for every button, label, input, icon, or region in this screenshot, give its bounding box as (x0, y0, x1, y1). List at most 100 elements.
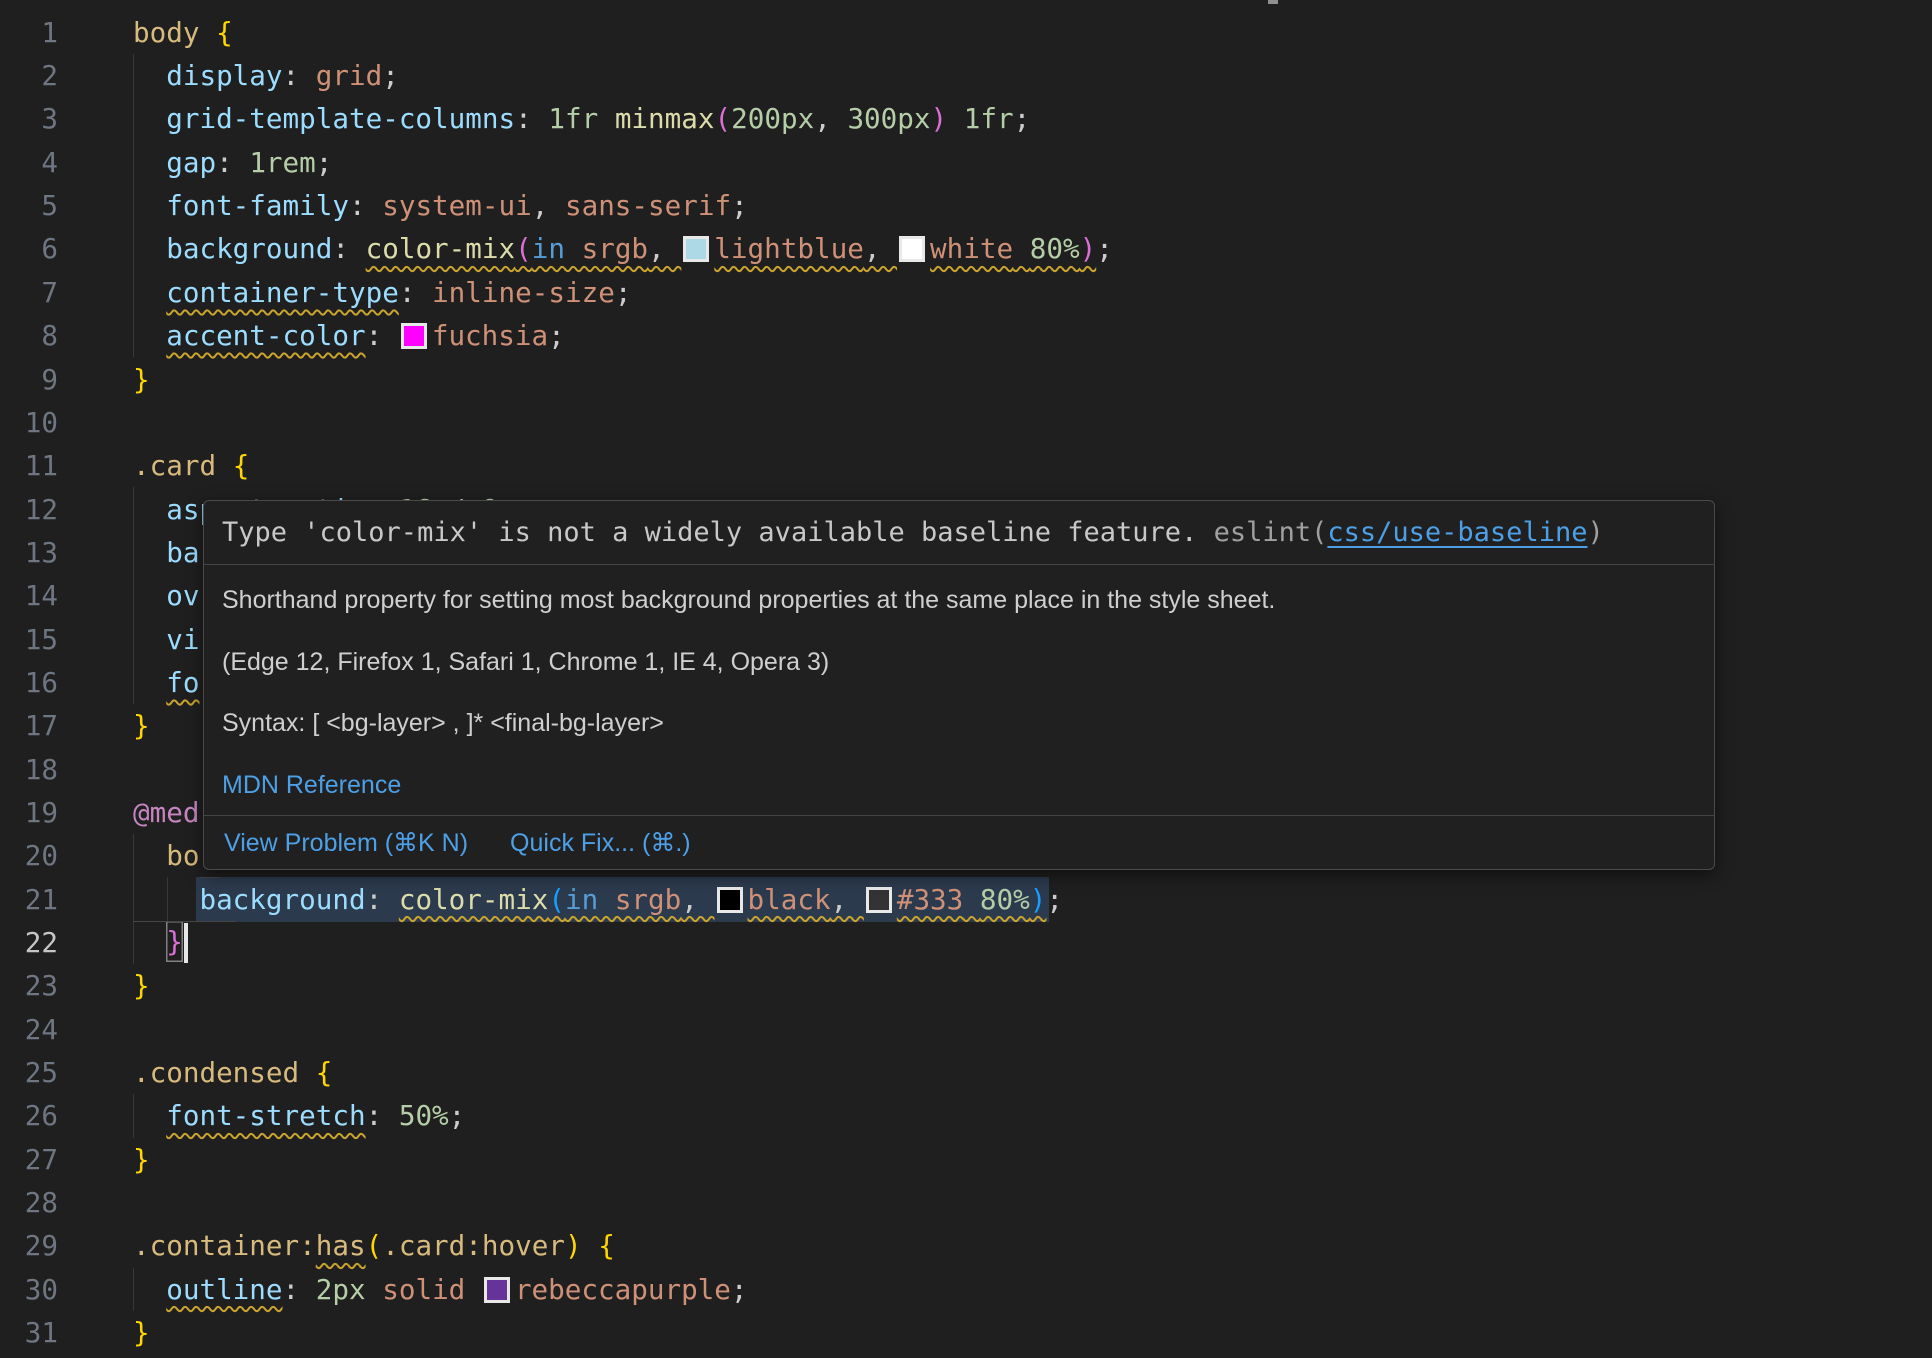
token: ; (731, 189, 748, 222)
token: 300px (847, 102, 930, 135)
token: in (532, 232, 565, 265)
token: srgb (598, 883, 681, 916)
token (133, 146, 166, 179)
code-line[interactable]: 30 outline: 2px solid rebeccapurple; (0, 1268, 1932, 1311)
token: ; (731, 1273, 748, 1306)
code-line-text[interactable]: container-type: inline-size; (58, 276, 631, 309)
color-swatch[interactable] (866, 887, 892, 913)
code-line-text[interactable]: display: grid; (58, 59, 399, 92)
code-line-text[interactable]: } (58, 969, 150, 1002)
token: vi (166, 623, 199, 656)
color-swatch[interactable] (683, 236, 709, 262)
code-line-text[interactable]: background: color-mix(in srgb, lightblue… (58, 232, 1113, 265)
token: minmax (615, 102, 715, 135)
code-line-text[interactable]: body { (58, 16, 233, 49)
code-line-text[interactable]: outline: 2px solid rebeccapurple; (58, 1273, 748, 1306)
code-line-text[interactable]: .container:has(.card:hover) { (58, 1229, 615, 1262)
code-line[interactable]: 25.condensed { (0, 1051, 1932, 1094)
code-line-text[interactable]: vi (58, 623, 199, 656)
token: .condensed (133, 1056, 316, 1089)
code-line-text[interactable]: fo (58, 666, 199, 699)
code-line-text[interactable]: } (58, 1316, 150, 1349)
warning-squiggle: fo (166, 666, 199, 699)
token: gap (166, 146, 216, 179)
line-number: 10 (0, 406, 58, 439)
token: 1fr (548, 102, 598, 135)
line-number: 20 (0, 839, 58, 872)
code-line[interactable]: 27} (0, 1138, 1932, 1181)
code-line[interactable]: 26 font-stretch: 50%; (0, 1094, 1932, 1137)
code-line-text[interactable]: ov (58, 579, 199, 612)
indent-guide (133, 54, 134, 97)
warning-squiggle: color-mix(in srgb, lightblue, white 80%) (366, 232, 1097, 265)
token: ; (1096, 232, 1113, 265)
token: , (648, 232, 681, 265)
code-line[interactable]: 5 font-family: system-ui, sans-serif; (0, 184, 1932, 227)
view-problem-link[interactable]: View Problem (⌘K N) (224, 828, 468, 858)
line-number: 22 (0, 926, 58, 959)
scope-guide-tick (200, 877, 220, 878)
code-line[interactable]: 3 grid-template-columns: 1fr minmax(200p… (0, 97, 1932, 140)
color-swatch[interactable] (899, 236, 925, 262)
line-number: 1 (0, 16, 58, 49)
token: color-mix (399, 883, 549, 916)
code-line[interactable]: 22 } (0, 921, 1932, 964)
quick-fix-link[interactable]: Quick Fix... (⌘.) (510, 828, 691, 858)
line-number: 31 (0, 1316, 58, 1349)
line-number: 24 (0, 1013, 58, 1046)
indent-guide (133, 227, 134, 270)
code-line[interactable]: 31} (0, 1311, 1932, 1354)
code-line[interactable]: 7 container-type: inline-size; (0, 271, 1932, 314)
code-line[interactable]: 28 (0, 1181, 1932, 1224)
code-line[interactable]: 1body { (0, 11, 1932, 54)
code-line-text[interactable]: ba (58, 536, 199, 569)
code-line-text[interactable]: .condensed { (58, 1056, 332, 1089)
token: accent-color (166, 319, 365, 352)
code-line[interactable]: 11.card { (0, 444, 1932, 487)
token: , (864, 232, 897, 265)
token (133, 536, 166, 569)
code-line-text[interactable]: font-family: system-ui, sans-serif; (58, 189, 748, 222)
eslint-rule-link[interactable]: css/use-baseline (1327, 517, 1587, 548)
color-swatch[interactable] (717, 887, 743, 913)
line-number: 6 (0, 232, 58, 265)
code-line-text[interactable]: accent-color: fuchsia; (58, 319, 565, 352)
code-line[interactable]: 29.container:has(.card:hover) { (0, 1224, 1932, 1267)
clipped-line-artifact (1268, 0, 1278, 4)
warning-squiggle: container-type (166, 276, 399, 309)
code-line-text[interactable]: background: color-mix(in srgb, black, #3… (58, 883, 1063, 916)
token: font-family (166, 189, 349, 222)
indent-guide (133, 617, 134, 660)
code-line-text[interactable]: gap: 1rem; (58, 146, 332, 179)
code-line-text[interactable]: bo (58, 839, 199, 872)
code-line-text[interactable]: @med (58, 796, 199, 829)
token: fo (166, 666, 199, 699)
code-line[interactable]: 24 (0, 1008, 1932, 1051)
code-line[interactable]: 23} (0, 964, 1932, 1007)
code-line[interactable]: 4 gap: 1rem; (0, 141, 1932, 184)
token: inline-size (432, 276, 615, 309)
color-swatch[interactable] (484, 1277, 510, 1303)
mdn-reference-link[interactable]: MDN Reference (222, 755, 1696, 817)
code-line[interactable]: 8 accent-color: fuchsia; (0, 314, 1932, 357)
indent-guide (133, 877, 134, 920)
code-line-text[interactable]: font-stretch: 50%; (58, 1099, 465, 1132)
code-line-text[interactable]: grid-template-columns: 1fr minmax(200px,… (58, 102, 1030, 135)
code-line[interactable]: 10 (0, 401, 1932, 444)
code-line[interactable]: 21 background: color-mix(in srgb, black,… (0, 877, 1932, 920)
token: background (166, 232, 332, 265)
code-line-text[interactable]: } (58, 709, 150, 742)
code-line[interactable]: 9} (0, 357, 1932, 400)
code-line-text[interactable]: } (58, 921, 188, 963)
code-line-text[interactable]: } (58, 1143, 150, 1176)
code-line-text[interactable]: .card { (58, 449, 249, 482)
token: , (681, 883, 714, 916)
code-line[interactable]: 6 background: color-mix(in srgb, lightbl… (0, 227, 1932, 270)
color-swatch[interactable] (401, 323, 427, 349)
code-line-text[interactable]: } (58, 363, 150, 396)
line-number: 25 (0, 1056, 58, 1089)
token: ; (548, 319, 565, 352)
code-editor[interactable]: 1body {2 display: grid;3 grid-template-c… (0, 0, 1932, 1358)
line-number: 17 (0, 709, 58, 742)
code-line[interactable]: 2 display: grid; (0, 54, 1932, 97)
